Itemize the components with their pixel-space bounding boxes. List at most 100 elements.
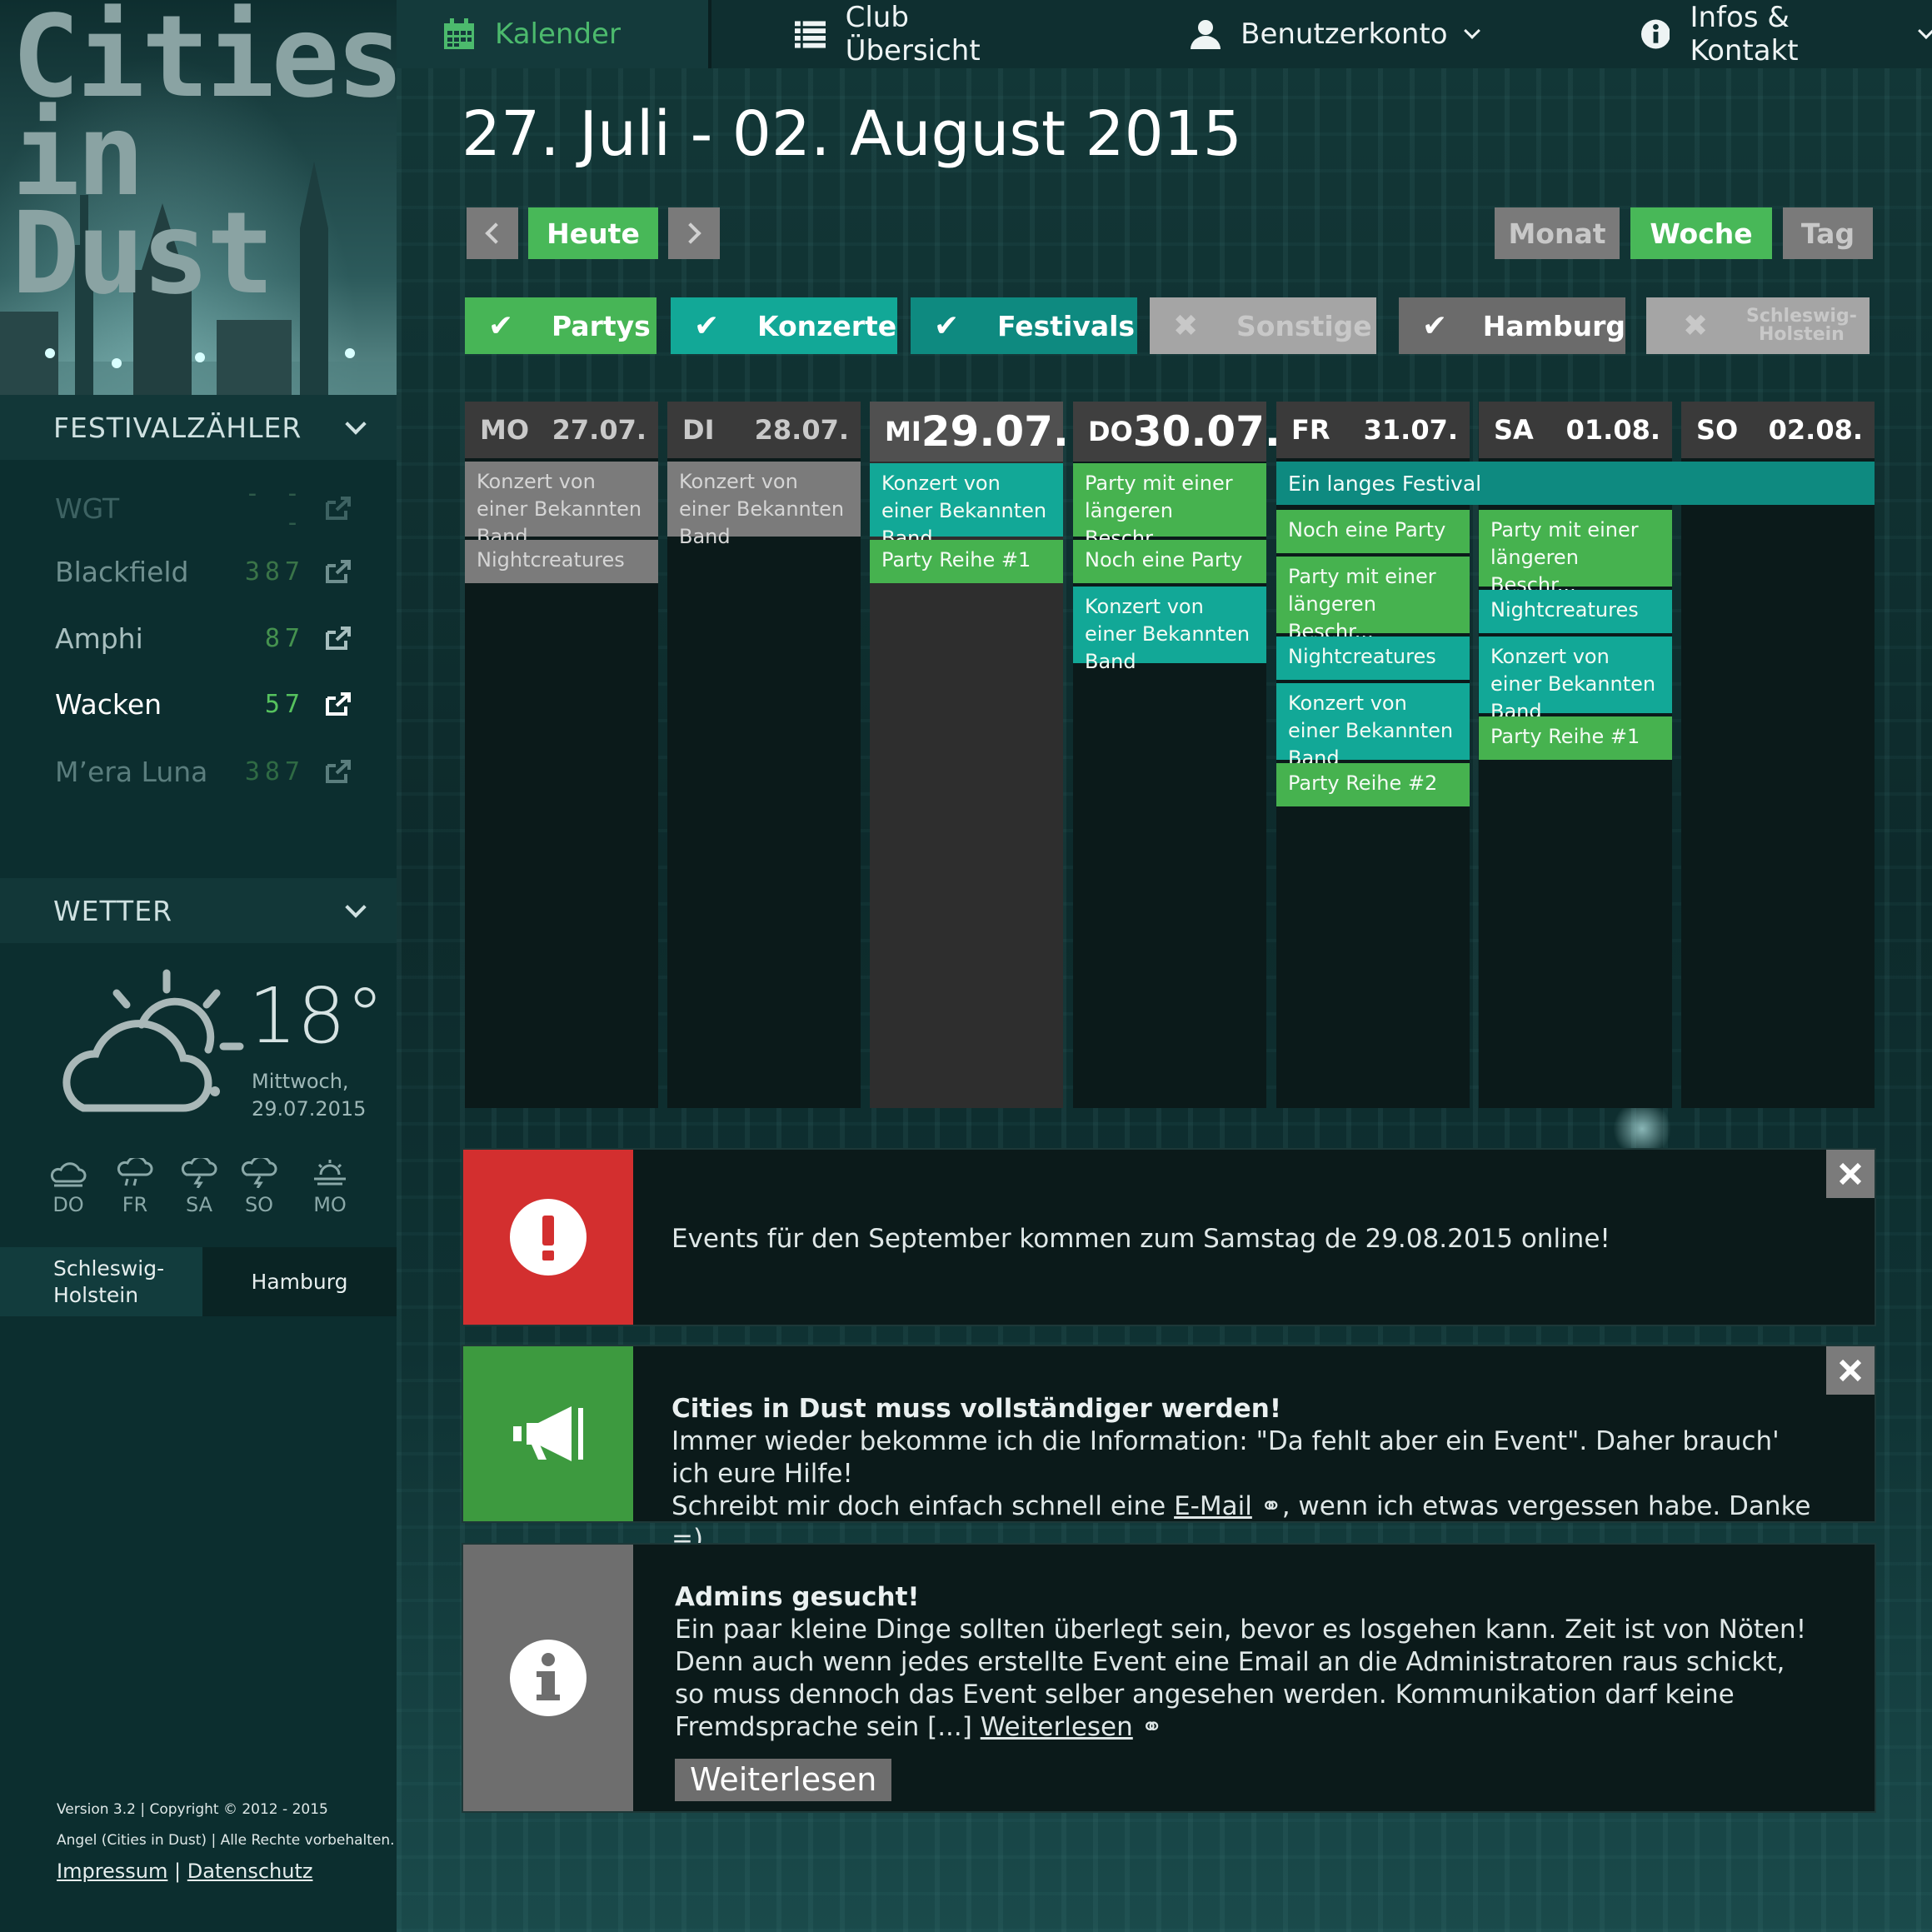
link-icon: ⚭ [1132, 1712, 1163, 1742]
event-item[interactable]: Nightcreatures [465, 540, 658, 583]
event-item[interactable]: Party Reihe #2 [1276, 763, 1470, 806]
event-item[interactable]: Noch eine Party [1073, 540, 1266, 583]
event-item[interactable]: Konzert von einer Bekannten Band [667, 462, 861, 548]
nav-info-label: Infos & Kontakt [1690, 1, 1799, 67]
external-link-icon[interactable] [325, 759, 352, 784]
chevron-down-icon [1918, 22, 1932, 39]
weather-header[interactable]: WETTER [0, 878, 397, 943]
chevron-right-icon [680, 222, 701, 244]
help-text: Cities in Dust muss vollständiger werden… [671, 1393, 1825, 1555]
filter-label: Sonstige [1236, 309, 1372, 342]
forecast-day: SO [234, 1158, 284, 1216]
event-item[interactable]: Party mit einer längeren Beschr... [1276, 557, 1470, 643]
event-item[interactable]: Konzert von einer Bekannten Band [1276, 683, 1470, 770]
festival-counter-header[interactable]: FESTIVALZÄHLER [0, 395, 397, 460]
alert-panel [463, 1150, 633, 1325]
filter-sonstige[interactable]: ✖ Sonstige [1150, 297, 1376, 354]
filter-hamburg[interactable]: ✔ Hamburg [1399, 297, 1625, 354]
external-link-icon[interactable] [325, 559, 352, 584]
event-item[interactable]: Konzert von einer Bekannten Band [1479, 637, 1672, 723]
info-icon [1640, 19, 1670, 49]
next-week-button[interactable] [668, 207, 720, 259]
link-icon: ⚭ [1251, 1491, 1282, 1521]
filter-partys[interactable]: ✔ Partys [465, 297, 656, 354]
read-more-link[interactable]: Weiterlesen [981, 1712, 1133, 1742]
calendar-icon [444, 18, 474, 49]
close-button[interactable] [1826, 1346, 1875, 1395]
external-link-icon[interactable] [325, 496, 352, 521]
filter-schleswig-holstein[interactable]: ✖ Schleswig- Holstein [1646, 297, 1870, 354]
nav-clubs[interactable]: Club Übersicht [794, 0, 1048, 68]
day-header[interactable]: FR 31.07. [1276, 402, 1470, 458]
email-link[interactable]: E-Mail [1174, 1491, 1252, 1521]
filter-konzerte[interactable]: ✔ Konzerte [671, 297, 897, 354]
footer-separator: | [174, 1860, 182, 1883]
event-item[interactable]: Party mit einer längeren Beschr... [1479, 510, 1672, 597]
temperature: 18° [248, 971, 385, 1061]
check-icon: ✔ [488, 308, 514, 343]
view-day-button[interactable]: Tag [1783, 207, 1873, 259]
help-title: Cities in Dust muss vollständiger werden… [671, 1394, 1282, 1424]
event-item[interactable]: Noch eine Party [1276, 510, 1470, 553]
region-tab-hamburg[interactable]: Hamburg [202, 1247, 397, 1316]
event-item[interactable]: Party Reihe #1 [1479, 716, 1672, 760]
view-week-button[interactable]: Woche [1630, 207, 1772, 259]
day-header-today[interactable]: MI 29.07. [870, 402, 1069, 462]
external-link-icon[interactable] [325, 691, 352, 716]
forecast-day: SA [174, 1158, 224, 1216]
external-link-icon[interactable] [325, 626, 352, 651]
nav-calendar[interactable]: Kalender [397, 0, 711, 68]
thunderstorm-icon [241, 1158, 277, 1188]
festival-row-amphi[interactable]: Amphi 87 [55, 613, 372, 663]
festival-event-bar[interactable]: Ein langes Festival [1276, 462, 1875, 505]
nav-info[interactable]: Infos & Kontakt [1640, 0, 1932, 68]
cloudy-icon [50, 1162, 87, 1187]
event-item[interactable]: Nightcreatures [1276, 637, 1470, 680]
event-item[interactable]: Konzert von einer Bekannten Band [1073, 587, 1266, 673]
nav-account[interactable]: Benutzerkonto [1191, 0, 1480, 68]
day-header[interactable]: MO 27.07. [465, 402, 658, 458]
festival-row-wgt[interactable]: WGT - - - [55, 479, 372, 537]
today-button[interactable]: Heute [528, 207, 658, 259]
day-header[interactable]: DO 30.07. [1073, 402, 1281, 462]
forecast-day: MO [305, 1158, 355, 1216]
admins-body: Ein paar kleine Dinge sollten überlegt s… [675, 1615, 1807, 1742]
event-item[interactable]: Party Reihe #1 [870, 540, 1063, 583]
view-month-button[interactable]: Monat [1495, 207, 1620, 259]
festival-count: 87 [264, 623, 305, 653]
day-header[interactable]: SO 02.08. [1681, 402, 1875, 458]
help-line: Immer wieder bekomme ich die Information… [671, 1426, 1780, 1489]
admins-title: Admins gesucht! [675, 1582, 920, 1612]
festival-name: M’era Luna [55, 755, 208, 788]
filter-festivals[interactable]: ✔ Festivals [911, 297, 1137, 354]
prev-week-button[interactable] [467, 207, 518, 259]
festival-row-wacken[interactable]: Wacken 57 [55, 679, 372, 729]
help-line: Schreibt mir doch einfach schnell eine [671, 1491, 1175, 1521]
festival-count: 57 [264, 689, 305, 719]
event-item[interactable]: Konzert von einer Bekannten Band [465, 462, 658, 548]
filter-label: Hamburg [1482, 309, 1625, 342]
close-icon [1839, 1359, 1862, 1382]
filter-label: Festivals [997, 309, 1136, 342]
festival-row-meraluna[interactable]: M’era Luna 387 [55, 746, 372, 796]
impressum-link[interactable]: Impressum [57, 1860, 167, 1883]
check-icon: ✔ [694, 308, 720, 343]
close-button[interactable] [1826, 1150, 1875, 1198]
info-panel [463, 1545, 633, 1811]
logo[interactable]: Cities in Dust [0, 0, 397, 395]
nav-clubs-label: Club Übersicht [845, 1, 981, 67]
nav-calendar-label: Kalender [495, 17, 621, 51]
festival-row-blackfield[interactable]: Blackfield 387 [55, 547, 372, 597]
event-item[interactable]: Nightcreatures [1479, 590, 1672, 633]
privacy-link[interactable]: Datenschutz [187, 1860, 313, 1883]
sunrise-fog-icon [314, 1160, 346, 1186]
sidebar: Cities in Dust FESTIVALZÄHLER WGT - - - … [0, 0, 397, 1932]
filter-label: Schleswig- Holstein [1746, 306, 1857, 345]
day-header[interactable]: DI 28.07. [667, 402, 861, 458]
region-tab-schleswig-holstein[interactable]: Schleswig- Holstein [0, 1247, 202, 1316]
event-item[interactable]: Konzert von einer Bekannten Band [870, 463, 1063, 550]
event-item[interactable]: Party mit einer längeren Beschr... [1073, 463, 1266, 550]
read-more-button[interactable]: Weiterlesen [675, 1759, 892, 1801]
list-icon [794, 21, 826, 48]
day-header[interactable]: SA 01.08. [1479, 402, 1672, 458]
